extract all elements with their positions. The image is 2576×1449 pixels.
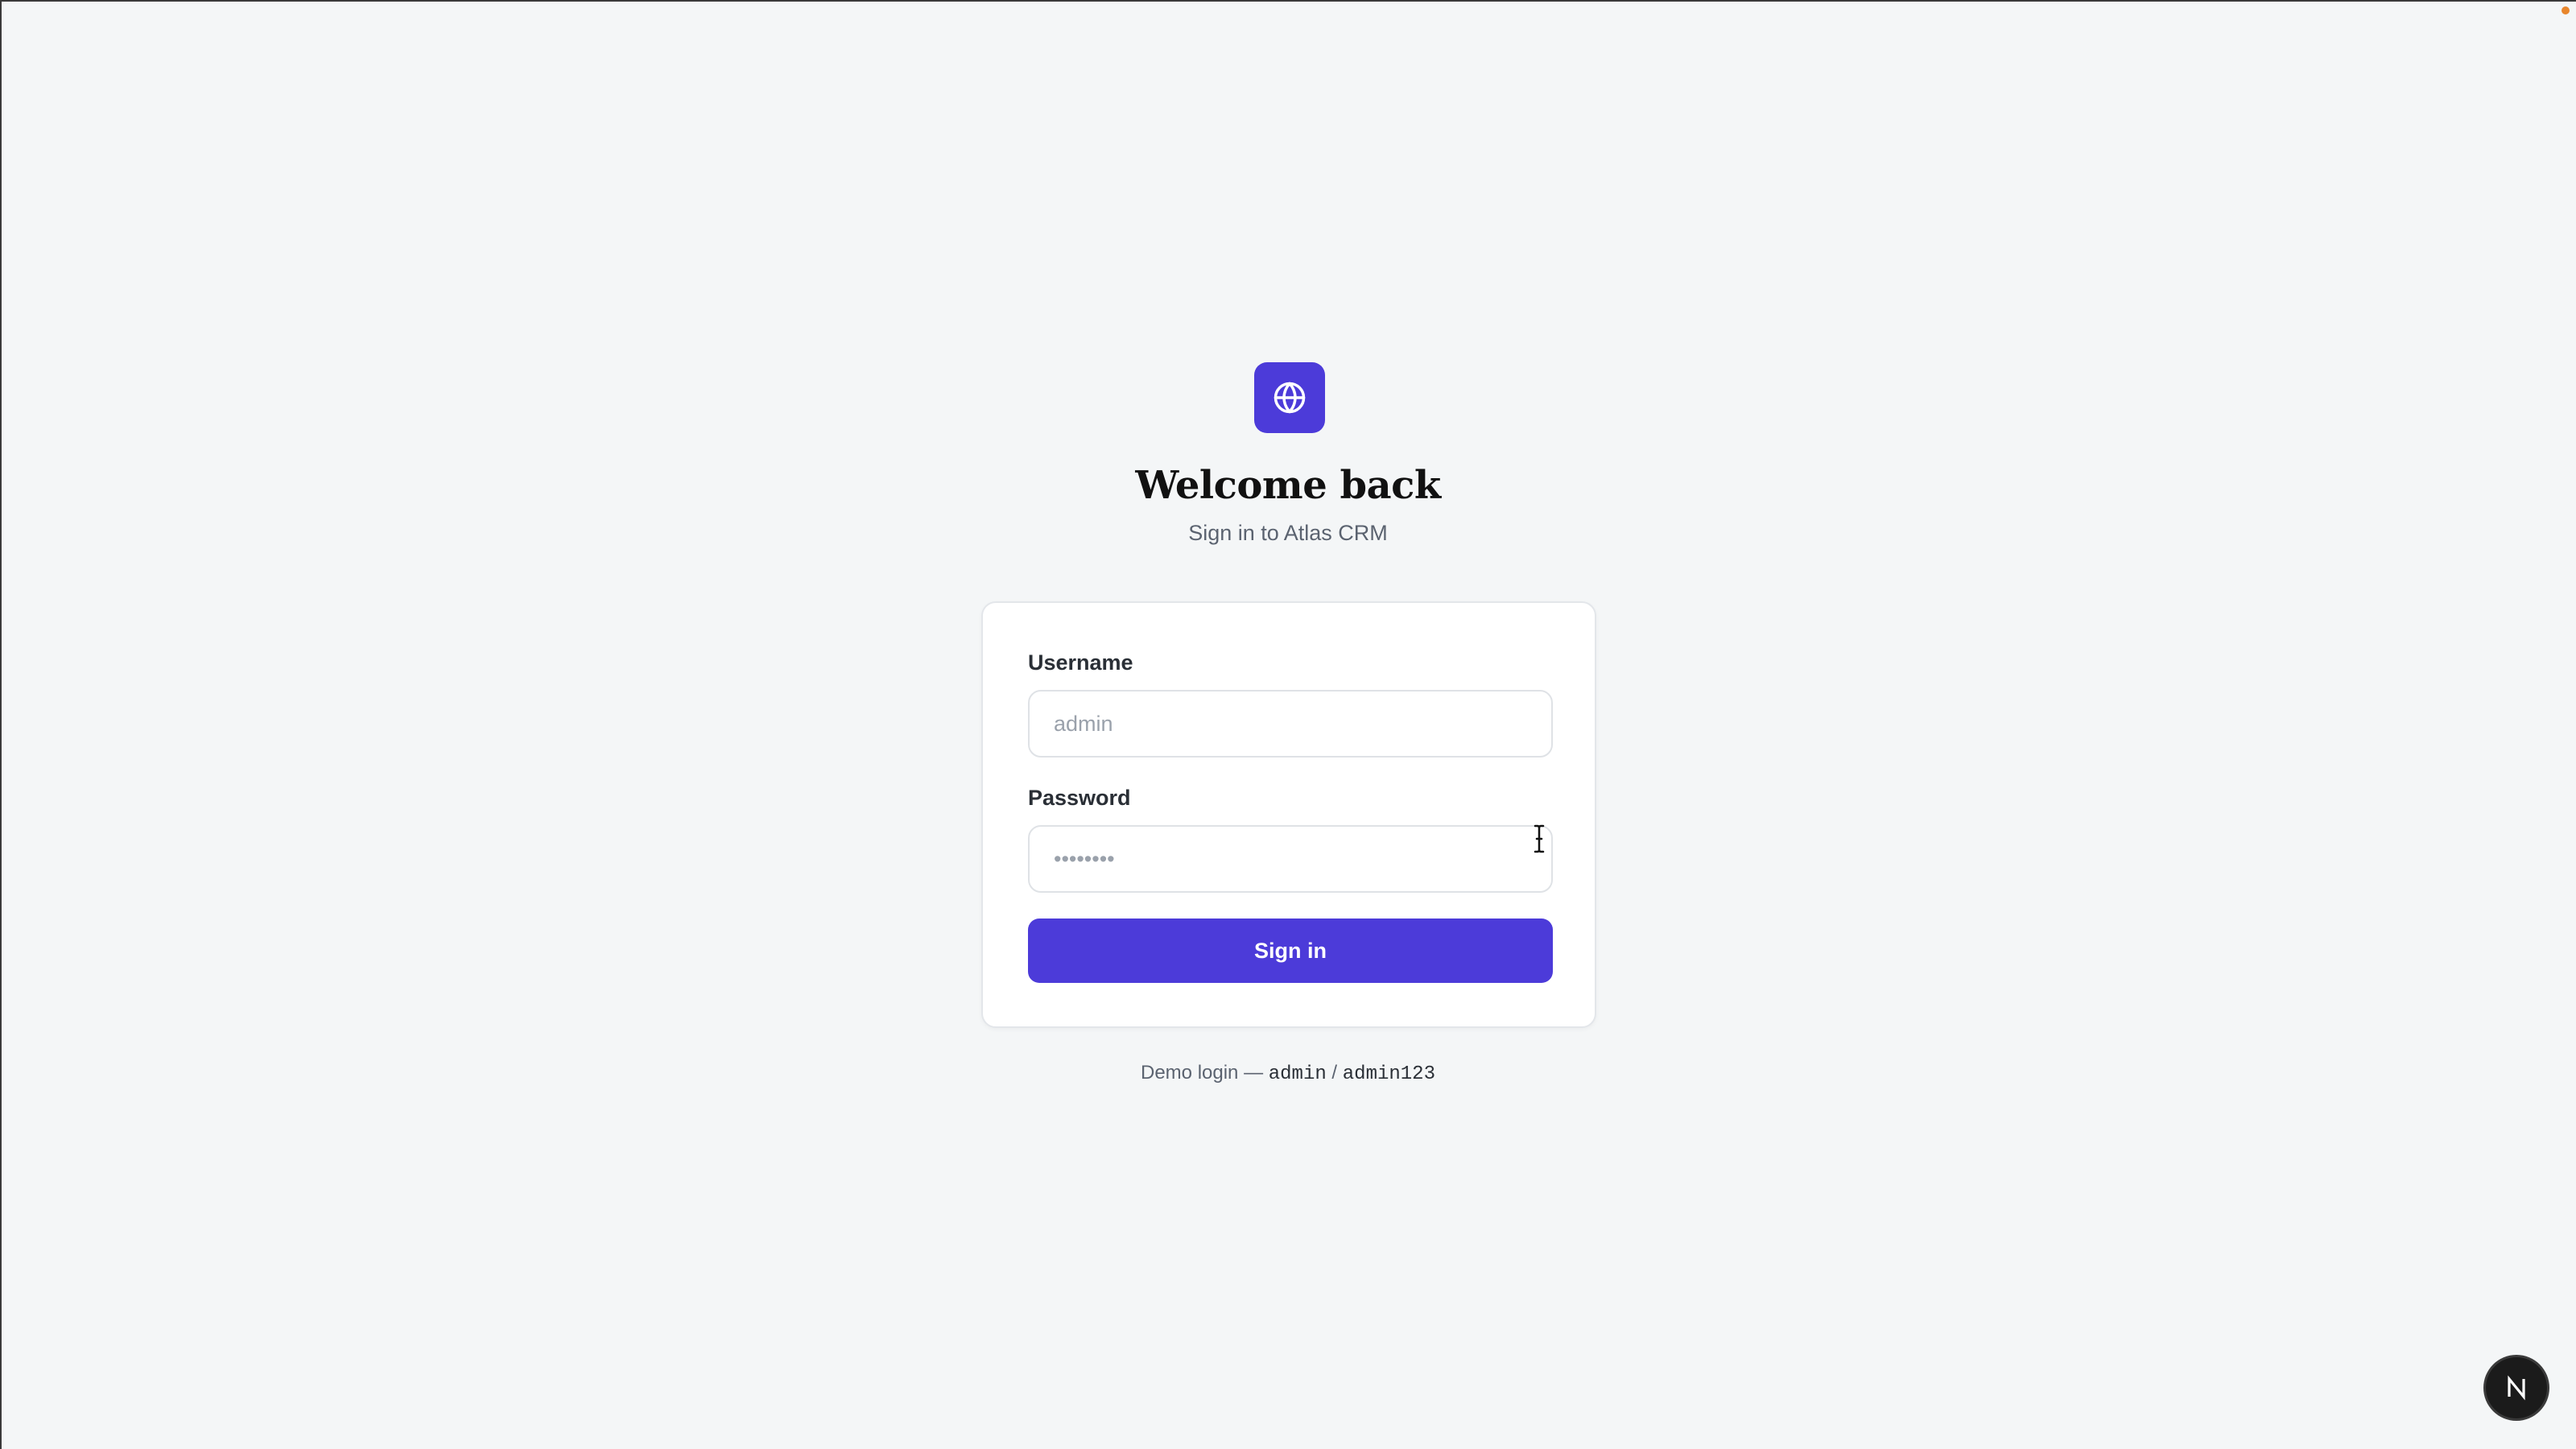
text-cursor-icon: [1534, 824, 1545, 853]
window-top-border: [0, 0, 2576, 2]
login-card: Username Password Sign in: [981, 601, 1596, 1028]
demo-password: admin123: [1342, 1063, 1435, 1085]
password-label: Password: [1028, 786, 1131, 810]
nextjs-dev-badge[interactable]: [2486, 1357, 2547, 1418]
sign-in-button[interactable]: Sign in: [1028, 919, 1553, 983]
window-left-border: [0, 0, 2, 1449]
demo-username: admin: [1268, 1063, 1327, 1085]
demo-login-prefix: Demo login —: [1141, 1062, 1264, 1084]
app-logo: [1254, 362, 1325, 433]
username-input[interactable]: [1028, 690, 1553, 758]
password-input[interactable]: [1028, 825, 1553, 893]
globe-icon: [1274, 382, 1306, 414]
page-subtitle: Sign in to Atlas CRM: [1188, 521, 1388, 545]
page-title: Welcome back: [1135, 463, 1441, 508]
status-indicator-dot: [2562, 6, 2570, 14]
demo-login-hint: Demo login — admin / admin123: [0, 1059, 2576, 1088]
demo-separator: /: [1331, 1062, 1338, 1084]
nextjs-icon: [2508, 1375, 2525, 1401]
username-label: Username: [1028, 650, 1133, 675]
